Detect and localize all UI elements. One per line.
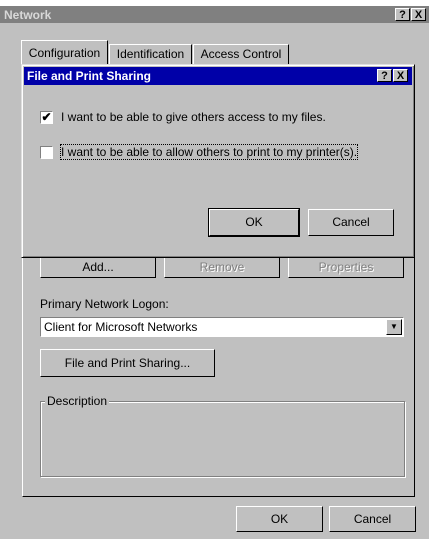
dialog-help-button[interactable]: ? [377, 69, 392, 82]
tab-configuration-label: Configuration [28, 46, 101, 60]
tab-identification[interactable]: Identification [109, 44, 192, 65]
add-button-label: Add... [82, 260, 114, 274]
add-button[interactable]: Add... [40, 256, 156, 278]
close-icon: X [396, 70, 405, 82]
description-legend: Description [45, 394, 110, 408]
dialog-ok-button[interactable]: OK [208, 208, 300, 237]
network-title-bar[interactable]: Network ? X [0, 6, 429, 23]
help-icon: ? [399, 9, 406, 21]
help-button[interactable]: ? [395, 8, 410, 21]
dialog-title-bar[interactable]: File and Print Sharing ? X [24, 67, 412, 85]
description-group: Description [40, 394, 405, 477]
share-files-label[interactable]: I want to be able to give others access … [61, 110, 326, 124]
share-printers-label[interactable]: I want to be able to allow others to pri… [59, 144, 359, 160]
primary-logon-label: Primary Network Logon: [40, 297, 169, 311]
file-print-sharing-dialog: File and Print Sharing ? X ✔ I want to b… [21, 64, 415, 258]
tab-configuration[interactable]: Configuration [21, 40, 108, 66]
file-print-sharing-button[interactable]: File and Print Sharing... [40, 349, 215, 377]
tab-identification-label: Identification [116, 47, 185, 61]
tab-access-control[interactable]: Access Control [193, 44, 289, 65]
properties-button[interactable]: Properties [288, 256, 404, 278]
file-print-sharing-label: File and Print Sharing... [64, 356, 191, 370]
help-icon: ? [381, 70, 388, 82]
close-icon: X [414, 9, 423, 21]
dialog-cancel-label: Cancel [332, 215, 370, 229]
dialog-ok-label: OK [245, 215, 263, 229]
share-files-checkbox[interactable]: ✔ [40, 111, 53, 124]
primary-logon-value: Client for Microsoft Networks [44, 320, 198, 334]
remove-button[interactable]: Remove [164, 256, 280, 278]
ok-button-label: OK [270, 512, 289, 526]
tab-access-control-label: Access Control [200, 47, 282, 61]
properties-button-label: Properties [318, 260, 374, 274]
network-title: Network [4, 8, 52, 22]
remove-button-label: Remove [199, 260, 245, 274]
dialog-cancel-button[interactable]: Cancel [308, 209, 394, 236]
chevron-down-icon[interactable]: ▼ [386, 319, 402, 335]
cancel-button-label: Cancel [353, 512, 392, 526]
share-printers-checkbox[interactable] [40, 146, 53, 159]
cancel-button[interactable]: Cancel [329, 506, 416, 532]
dialog-close-button[interactable]: X [393, 69, 408, 82]
primary-logon-select[interactable]: Client for Microsoft Networks ▼ [40, 317, 404, 337]
close-button[interactable]: X [411, 8, 426, 21]
dialog-title: File and Print Sharing [27, 69, 152, 83]
ok-button[interactable]: OK [236, 506, 323, 532]
